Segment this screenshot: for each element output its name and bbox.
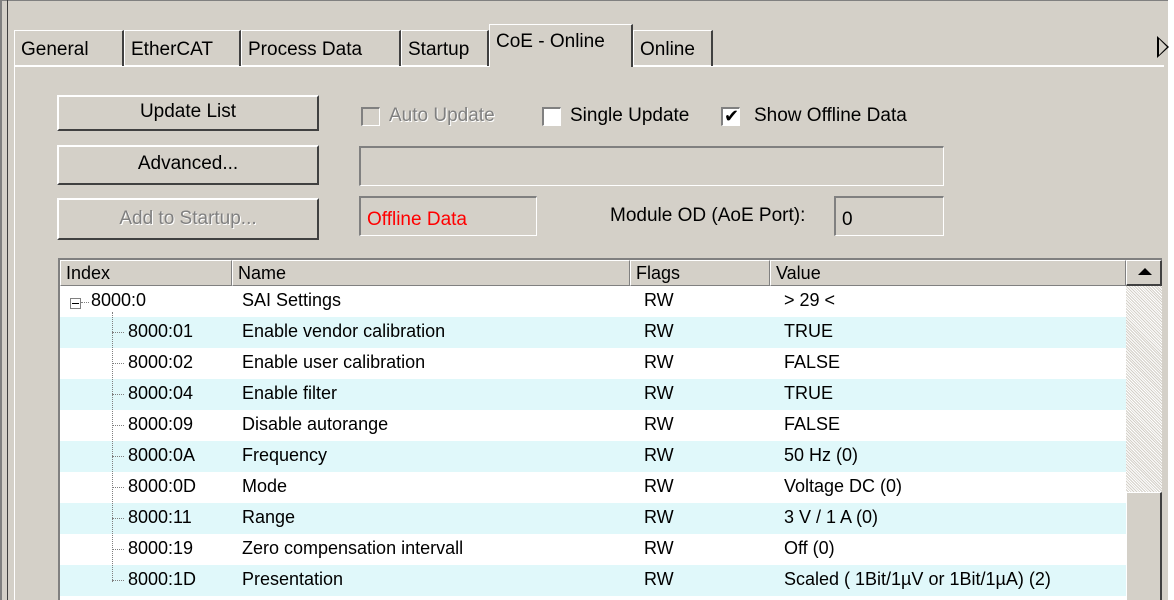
row-value: > 29 <	[784, 290, 836, 310]
row-index: 8000:09	[128, 414, 194, 434]
column-header-value[interactable]: Value	[770, 260, 1126, 286]
tab-online[interactable]: Online	[633, 30, 713, 66]
table-row[interactable]: 8000:01 Enable vendor calibration RW TRU…	[60, 317, 1126, 348]
row-value: FALSE	[784, 414, 841, 434]
row-index: 8000:0A	[128, 445, 196, 465]
tab-general[interactable]: General	[14, 30, 124, 66]
add-to-startup-button[interactable]: Add to Startup...	[57, 198, 319, 240]
row-index: 8000:1D	[128, 569, 197, 589]
row-value: TRUE	[784, 321, 833, 341]
row-value: 3 V / 1 A (0)	[784, 507, 879, 527]
row-name: Mode	[242, 476, 288, 496]
row-index: 8000:11	[128, 507, 192, 527]
update-list-button[interactable]: Update List	[57, 95, 319, 131]
properties-panel: General EtherCAT Process Data Startup Co…	[0, 0, 1169, 600]
tree-connector	[112, 456, 124, 457]
tree-connector	[112, 394, 124, 395]
single-update-label: Single Update	[570, 105, 690, 126]
row-index: 8000:0D	[128, 476, 197, 496]
tab-coe-online[interactable]: CoE - Online	[489, 24, 633, 67]
row-value: Off (0)	[784, 538, 835, 558]
row-name: Enable filter	[242, 383, 338, 403]
checkmark-icon: ✔	[724, 106, 740, 126]
status-field	[359, 146, 944, 186]
row-value: 50 Hz (0)	[784, 445, 859, 465]
tab-process-data[interactable]: Process Data	[241, 30, 401, 66]
tree-connector	[112, 425, 124, 426]
row-value: Voltage DC (0)	[784, 476, 903, 496]
row-flags: RW	[644, 569, 674, 589]
table-row[interactable]: 8000:02 Enable user calibration RW FALSE	[60, 348, 1126, 379]
table-row[interactable]: 8000:0D Mode RW Voltage DC (0)	[60, 472, 1126, 503]
tree-connector	[112, 363, 124, 364]
row-name: Enable vendor calibration	[242, 321, 446, 341]
module-od-input[interactable]: 0	[834, 196, 944, 236]
tab-startup[interactable]: Startup	[401, 30, 489, 66]
tree-connector	[112, 549, 124, 550]
row-index: 8000:0	[91, 290, 147, 310]
row-flags: RW	[644, 352, 674, 372]
row-flags: RW	[644, 507, 674, 527]
column-header-name[interactable]: Name	[232, 260, 630, 286]
scrollbar-thumb[interactable]	[1126, 492, 1162, 600]
advanced-button[interactable]: Advanced...	[57, 145, 319, 185]
row-index: 8000:02	[128, 352, 194, 372]
row-name: Range	[242, 507, 296, 527]
offline-data-indicator: Offline Data	[359, 196, 537, 236]
row-value: TRUE	[784, 383, 833, 403]
column-header-index[interactable]: Index	[60, 260, 232, 286]
tree-connector	[112, 487, 124, 488]
object-dictionary-list[interactable]: Index Name Flags Value 8000:0 SAI Settin…	[58, 258, 1162, 600]
tab-scroll-right-icon[interactable]	[1157, 36, 1169, 58]
row-value: Scaled ( 1Bit/1µV or 1Bit/1µA) (2)	[784, 569, 1051, 589]
table-row[interactable]: 8000:0 SAI Settings RW > 29 <	[60, 286, 1126, 317]
row-value: FALSE	[784, 352, 841, 372]
row-index: 8000:01	[128, 321, 194, 341]
tree-connector	[81, 302, 89, 303]
module-od-label: Module OD (AoE Port):	[610, 205, 806, 226]
tree-connector	[112, 580, 124, 581]
row-flags: RW	[644, 321, 674, 341]
table-row[interactable]: 8000:11 Range RW 3 V / 1 A (0)	[60, 503, 1126, 534]
row-name: Enable user calibration	[242, 352, 426, 372]
table-row[interactable]: 8000:04 Enable filter RW TRUE	[60, 379, 1126, 410]
row-flags: RW	[644, 290, 674, 310]
row-name: SAI Settings	[242, 290, 342, 310]
table-row[interactable]: 8000:0A Frequency RW 50 Hz (0)	[60, 441, 1126, 472]
row-name: Zero compensation intervall	[242, 538, 464, 558]
tree-connector	[112, 332, 124, 333]
row-name: Frequency	[242, 445, 328, 465]
vertical-scrollbar[interactable]	[1126, 260, 1162, 600]
row-name: Presentation	[242, 569, 344, 589]
scroll-up-icon[interactable]	[1126, 260, 1162, 286]
auto-update-checkbox[interactable]	[361, 107, 380, 126]
row-flags: RW	[644, 538, 674, 558]
row-flags: RW	[644, 383, 674, 403]
auto-update-label: Auto Update	[389, 105, 495, 126]
tab-ethercat[interactable]: EtherCAT	[124, 30, 241, 66]
row-flags: RW	[644, 445, 674, 465]
table-row[interactable]: 8000:1D Presentation RW Scaled ( 1Bit/1µ…	[60, 565, 1126, 596]
tree-connector	[112, 518, 124, 519]
collapse-icon[interactable]	[70, 298, 81, 309]
table-row[interactable]: 8000:19 Zero compensation intervall RW O…	[60, 534, 1126, 565]
row-index: 8000:19	[128, 538, 194, 558]
show-offline-data-label: Show Offline Data	[754, 105, 907, 126]
tree-guide-line	[112, 312, 113, 582]
tab-page-border	[14, 65, 15, 600]
top-border	[2, 0, 1168, 1]
show-offline-data-checkbox[interactable]: ✔	[721, 106, 740, 126]
row-name: Disable autorange	[242, 414, 389, 434]
row-flags: RW	[644, 414, 674, 434]
row-index: 8000:04	[128, 383, 194, 403]
column-header-flags[interactable]: Flags	[630, 260, 770, 286]
row-flags: RW	[644, 476, 674, 496]
left-border	[7, 0, 8, 600]
single-update-checkbox[interactable]	[542, 107, 561, 126]
table-row[interactable]: 8000:09 Disable autorange RW FALSE	[60, 410, 1126, 441]
